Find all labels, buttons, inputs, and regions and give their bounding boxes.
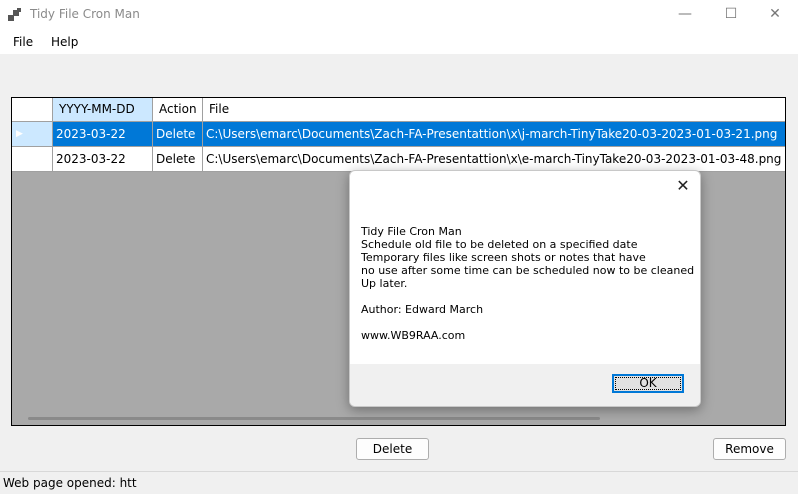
column-header-date[interactable]: YYYY-MM-DD: [53, 98, 153, 122]
dialog-website: www.WB9RAA.com: [361, 329, 466, 342]
dialog-close-button[interactable]: ✕: [672, 175, 694, 197]
app-window-icon: [8, 8, 21, 21]
row-file-cell[interactable]: C:\Users\emarc\Documents\Zach-FA-Present…: [203, 147, 785, 172]
window-title: Tidy File Cron Man: [30, 7, 140, 21]
status-text: Web page opened: htt: [3, 476, 137, 490]
minimize-button[interactable]: —: [662, 0, 708, 30]
menu-file[interactable]: File: [13, 35, 33, 49]
maximize-icon: ☐: [724, 6, 738, 22]
close-icon: ✕: [676, 176, 690, 195]
title-bar: Tidy File Cron Man — ☐ ✕: [0, 0, 798, 30]
close-window-button[interactable]: ✕: [752, 0, 798, 30]
remove-button[interactable]: Remove: [713, 438, 786, 460]
dialog-line: Up later.: [361, 277, 408, 290]
dialog-line: Temporary files like screen shots or not…: [361, 251, 646, 264]
row-date-cell[interactable]: 2023-03-22: [53, 122, 153, 147]
row-date-cell[interactable]: 2023-03-22: [53, 147, 153, 172]
dialog-message: Tidy File Cron Man Schedule old file to …: [361, 225, 695, 342]
status-bar: Web page opened: htt: [0, 471, 798, 494]
column-header-action[interactable]: Action: [153, 98, 203, 122]
ok-button[interactable]: OK: [612, 374, 684, 393]
menu-bar: File Help: [0, 30, 798, 54]
menu-help[interactable]: Help: [51, 35, 78, 49]
close-icon: ✕: [769, 6, 781, 22]
dialog-line-title: Tidy File Cron Man: [361, 225, 462, 238]
dialog-line: no use after some time can be scheduled …: [361, 264, 695, 277]
about-dialog: ✕ Tidy File Cron Man Schedule old file t…: [349, 170, 701, 407]
grid-corner-header[interactable]: [12, 98, 53, 122]
current-row-indicator-icon: ▶: [16, 129, 23, 139]
dialog-footer: OK: [350, 364, 700, 406]
dialog-line: Schedule old file to be deleted on a spe…: [361, 238, 638, 251]
row-header[interactable]: ▶: [12, 122, 53, 147]
row-file-cell[interactable]: C:\Users\emarc\Documents\Zach-FA-Present…: [203, 122, 785, 147]
dialog-author: Author: Edward March: [361, 303, 484, 316]
maximize-button[interactable]: ☐: [708, 0, 754, 30]
minimize-icon: —: [678, 6, 692, 22]
row-action-cell[interactable]: Delete: [153, 122, 203, 147]
delete-button[interactable]: Delete: [356, 438, 429, 460]
column-header-file[interactable]: File: [203, 98, 785, 122]
row-action-cell[interactable]: Delete: [153, 147, 203, 172]
horizontal-scrollbar[interactable]: [28, 417, 600, 420]
row-header[interactable]: [12, 147, 53, 172]
